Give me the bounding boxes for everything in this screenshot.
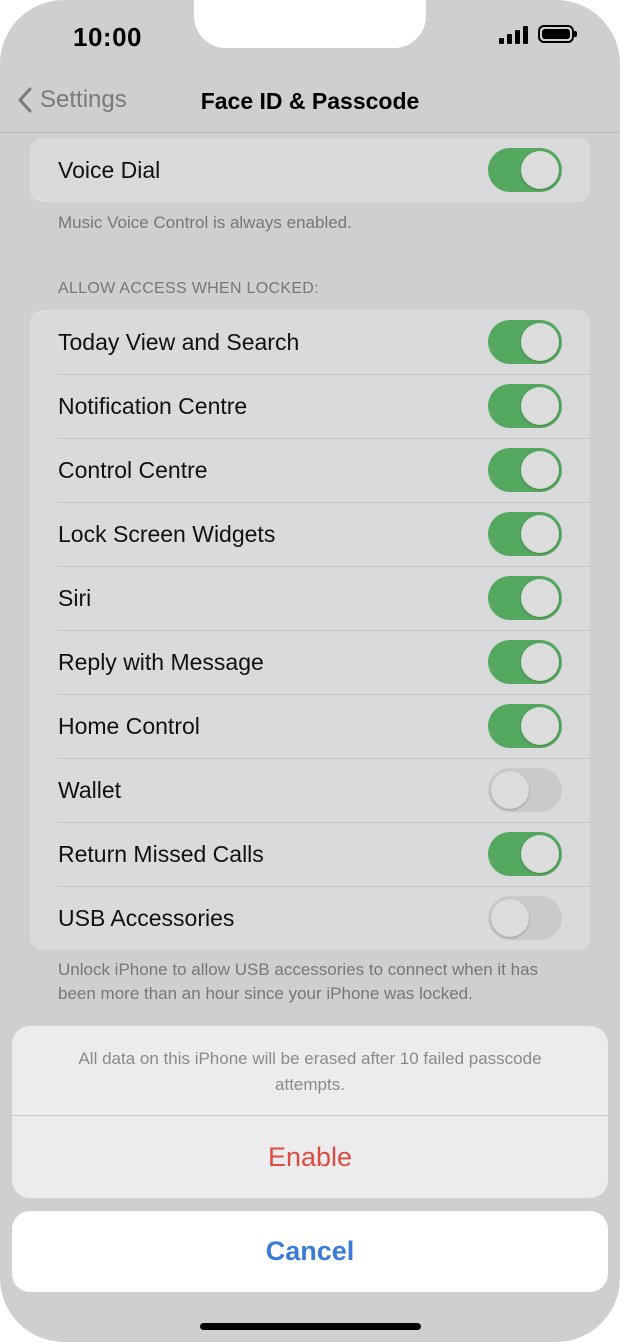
toggle-knob bbox=[521, 451, 559, 489]
notch bbox=[194, 0, 426, 48]
list-item: Return Missed Calls bbox=[30, 822, 590, 886]
usb-accessories-toggle[interactable] bbox=[488, 896, 562, 940]
row-label: Today View and Search bbox=[58, 329, 300, 355]
list-item: Wallet bbox=[30, 758, 590, 822]
home-control-toggle[interactable] bbox=[488, 704, 562, 748]
voice-dial-toggle[interactable] bbox=[488, 148, 562, 192]
toggle-knob bbox=[491, 899, 529, 937]
navigation-bar: Settings Face ID & Passcode bbox=[0, 72, 620, 133]
usb-footnote: Unlock iPhone to allow USB accessories t… bbox=[58, 960, 539, 1003]
list-item: Notification Centre bbox=[30, 374, 590, 438]
home-indicator[interactable] bbox=[200, 1323, 421, 1330]
action-sheet: All data on this iPhone will be erased a… bbox=[12, 1026, 608, 1198]
voice-dial-footnote: Music Voice Control is always enabled. bbox=[58, 213, 352, 232]
voice-dial-group: Voice Dial bbox=[30, 138, 590, 202]
section-header-locked-access: ALLOW ACCESS WHEN LOCKED: bbox=[58, 280, 319, 297]
row-label: Reply with Message bbox=[58, 649, 264, 675]
row-label: Control Centre bbox=[58, 457, 208, 483]
toggle-knob bbox=[521, 151, 559, 189]
list-item: Reply with Message bbox=[30, 630, 590, 694]
list-item: Control Centre bbox=[30, 438, 590, 502]
toggle-knob bbox=[521, 643, 559, 681]
battery-icon bbox=[538, 25, 577, 43]
list-item: Today View and Search bbox=[30, 310, 590, 374]
row-label: Siri bbox=[58, 585, 92, 611]
toggle-knob bbox=[521, 707, 559, 745]
reply-with-message-toggle[interactable] bbox=[488, 640, 562, 684]
toggle-knob bbox=[521, 579, 559, 617]
notification-centre-toggle[interactable] bbox=[488, 384, 562, 428]
status-icons bbox=[499, 24, 577, 44]
voice-dial-label: Voice Dial bbox=[58, 157, 161, 183]
status-time: 10:00 bbox=[73, 22, 142, 52]
voice-dial-row: Voice Dial bbox=[30, 138, 590, 202]
today-view-toggle[interactable] bbox=[488, 320, 562, 364]
page-title: Face ID & Passcode bbox=[200, 88, 420, 114]
wallet-toggle[interactable] bbox=[488, 768, 562, 812]
toggle-knob bbox=[521, 387, 559, 425]
cellular-signal-icon bbox=[499, 24, 528, 44]
action-sheet-message: All data on this iPhone will be erased a… bbox=[78, 1049, 542, 1094]
toggle-knob bbox=[521, 835, 559, 873]
siri-toggle[interactable] bbox=[488, 576, 562, 620]
toggle-knob bbox=[521, 323, 559, 361]
list-item: Siri bbox=[30, 566, 590, 630]
row-label: Home Control bbox=[58, 713, 200, 739]
row-label: Lock Screen Widgets bbox=[58, 521, 276, 547]
phone-screen: 10:00 Settings Face ID & Passcode Voice … bbox=[0, 0, 620, 1342]
toggle-knob bbox=[491, 771, 529, 809]
list-item: USB Accessories bbox=[30, 886, 590, 950]
row-label: Return Missed Calls bbox=[58, 841, 264, 867]
list-item: Lock Screen Widgets bbox=[30, 502, 590, 566]
list-item: Home Control bbox=[30, 694, 590, 758]
row-label: Wallet bbox=[58, 777, 122, 803]
row-label: Notification Centre bbox=[58, 393, 248, 419]
enable-button[interactable]: Enable bbox=[12, 1116, 608, 1198]
cancel-button[interactable]: Cancel bbox=[12, 1211, 608, 1292]
return-missed-calls-toggle[interactable] bbox=[488, 832, 562, 876]
lock-screen-widgets-toggle[interactable] bbox=[488, 512, 562, 556]
locked-access-group: Today View and Search Notification Centr… bbox=[30, 310, 590, 950]
toggle-knob bbox=[521, 515, 559, 553]
row-label: USB Accessories bbox=[58, 905, 235, 931]
control-centre-toggle[interactable] bbox=[488, 448, 562, 492]
